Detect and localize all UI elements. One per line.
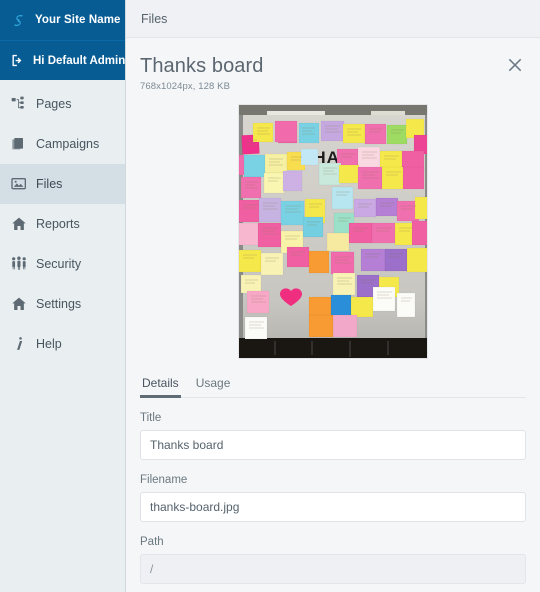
- s-swirl-logo-icon: [13, 14, 24, 26]
- file-detail-panel: Thanks board 768x1024px, 128 KB THANK De…: [126, 38, 540, 592]
- sidebar-item-reports[interactable]: Reports: [0, 204, 125, 244]
- page-title: Files: [141, 11, 168, 26]
- topbar: Files: [126, 0, 540, 38]
- field-title: Title: [140, 412, 526, 460]
- thumbnail-container: THANK: [140, 104, 526, 359]
- sidebar-item-help[interactable]: Help: [0, 324, 125, 364]
- thumbnail-image: THANK: [239, 105, 427, 358]
- logout-arrow-icon: [12, 54, 22, 67]
- image-icon: [11, 178, 26, 190]
- user-greeting-row[interactable]: Hi Default Admin: [0, 40, 125, 80]
- sidebar-item-label: Pages: [36, 97, 72, 111]
- file-meta: 768x1024px, 128 KB: [140, 81, 231, 92]
- tab-details[interactable]: Details: [140, 373, 181, 398]
- path-input[interactable]: [140, 554, 526, 584]
- people-icon: [12, 256, 26, 270]
- sidebar-item-security[interactable]: Security: [0, 244, 125, 284]
- details-form: Title Filename Path: [140, 398, 526, 584]
- sidebar-item-label: Security: [36, 257, 82, 271]
- home-icon: [12, 217, 26, 230]
- app-root: Your Site Name Hi Default Admin Pages Ca…: [0, 0, 540, 592]
- file-thumbnail[interactable]: THANK: [238, 104, 428, 359]
- field-label: Title: [140, 412, 162, 424]
- italic-i-icon: [17, 337, 23, 350]
- file-title: Thanks board: [140, 55, 264, 77]
- main-content: Files Thanks board 768x1024px, 128 KB TH…: [126, 0, 540, 592]
- sitemap-icon: [11, 96, 24, 109]
- sidebar: Your Site Name Hi Default Admin Pages Ca…: [0, 0, 126, 592]
- field-label: Path: [140, 536, 164, 548]
- user-greeting-label: Hi Default Admin: [33, 54, 126, 67]
- field-label: Filename: [140, 474, 188, 486]
- sidebar-item-files[interactable]: Files: [0, 164, 125, 204]
- panel-header: Thanks board 768x1024px, 128 KB: [140, 38, 526, 92]
- sidebar-item-label: Campaigns: [36, 137, 100, 151]
- sidebar-nav: Pages Campaigns Files Reports Security S…: [0, 80, 125, 364]
- sidebar-item-settings[interactable]: Settings: [0, 284, 125, 324]
- sidebar-item-label: Files: [36, 177, 63, 191]
- field-path: Path: [140, 536, 526, 584]
- filename-input[interactable]: [140, 492, 526, 522]
- brand-name: Your Site Name: [35, 14, 121, 26]
- home-icon: [12, 297, 26, 310]
- sidebar-item-label: Settings: [36, 297, 82, 311]
- sidebar-item-campaigns[interactable]: Campaigns: [0, 124, 125, 164]
- close-icon[interactable]: [506, 56, 524, 74]
- sidebar-item-pages[interactable]: Pages: [0, 84, 125, 124]
- detail-tabs: Details Usage: [140, 373, 526, 398]
- sidebar-item-label: Reports: [36, 217, 80, 231]
- title-input[interactable]: [140, 430, 526, 460]
- sidebar-item-label: Help: [36, 337, 62, 351]
- tab-usage[interactable]: Usage: [194, 373, 233, 397]
- brand-header[interactable]: Your Site Name: [0, 0, 125, 40]
- pages-stack-icon: [12, 138, 23, 150]
- field-filename: Filename: [140, 474, 526, 522]
